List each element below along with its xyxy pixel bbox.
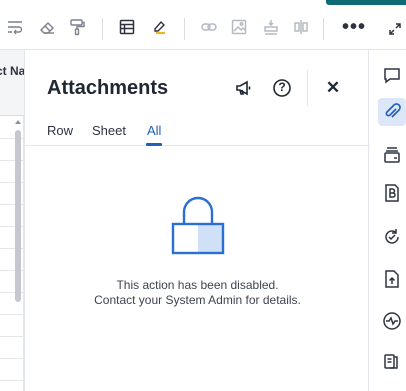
announcement-button[interactable] bbox=[233, 77, 255, 99]
megaphone-icon bbox=[236, 80, 251, 96]
help-label: ? bbox=[278, 80, 286, 94]
summary-icon[interactable] bbox=[379, 348, 405, 374]
image-icon[interactable] bbox=[230, 18, 248, 36]
disabled-message-line: This action has been disabled. bbox=[116, 278, 279, 292]
toolbar-divider bbox=[102, 18, 103, 40]
row-height-icon[interactable] bbox=[262, 18, 280, 36]
toolbar-divider bbox=[184, 18, 185, 40]
tab-all[interactable]: All bbox=[147, 123, 161, 138]
vertical-scrollbar[interactable] bbox=[15, 120, 22, 391]
help-button[interactable]: ? bbox=[271, 77, 293, 99]
close-button[interactable]: ✕ bbox=[322, 77, 344, 99]
text-wrap-icon[interactable] bbox=[6, 18, 24, 36]
attachment-icon[interactable] bbox=[378, 98, 406, 126]
grid-table-icon[interactable] bbox=[118, 18, 136, 36]
right-rail bbox=[370, 50, 406, 391]
panel-title: Attachments bbox=[47, 77, 169, 99]
format-painter-icon[interactable] bbox=[68, 18, 86, 36]
attachment-tabs: Row Sheet All bbox=[25, 120, 370, 146]
disabled-message: This action has been disabled. Contact y… bbox=[25, 278, 370, 308]
column-gap-icon[interactable] bbox=[292, 18, 310, 36]
refresh-icon[interactable] bbox=[379, 224, 405, 250]
active-tab-indicator bbox=[146, 143, 162, 146]
toolbar: ••• bbox=[0, 0, 406, 50]
scrollbar-thumb[interactable] bbox=[15, 130, 21, 302]
close-icon: ✕ bbox=[325, 78, 341, 97]
eraser-icon[interactable] bbox=[38, 18, 56, 36]
publish-icon[interactable] bbox=[379, 180, 405, 206]
column-header[interactable]: ct Na bbox=[0, 50, 26, 116]
activity-icon[interactable] bbox=[379, 308, 405, 334]
teal-accent-strip bbox=[326, 0, 406, 5]
toolbar-divider bbox=[323, 18, 324, 40]
lock-icon bbox=[171, 196, 225, 255]
highlighter-icon[interactable] bbox=[150, 18, 168, 36]
tab-row[interactable]: Row bbox=[47, 123, 73, 138]
expand-icon[interactable] bbox=[388, 22, 402, 36]
attachments-panel: Attachments ? ✕ Row Sheet All This actio… bbox=[24, 50, 370, 391]
card-stack-icon[interactable] bbox=[379, 142, 405, 168]
admin-contact-line: Contact your System Admin for details. bbox=[94, 293, 301, 307]
sheet-grid: ct Na bbox=[0, 50, 26, 391]
scroll-up-arrow-icon[interactable] bbox=[15, 120, 21, 124]
link-icon[interactable] bbox=[200, 18, 218, 36]
upload-icon[interactable] bbox=[379, 266, 405, 292]
header-divider bbox=[307, 70, 308, 106]
tab-sheet[interactable]: Sheet bbox=[92, 123, 126, 138]
comment-icon[interactable] bbox=[379, 62, 405, 88]
column-header-label: ct Na bbox=[0, 64, 26, 78]
more-icon[interactable]: ••• bbox=[342, 17, 366, 37]
